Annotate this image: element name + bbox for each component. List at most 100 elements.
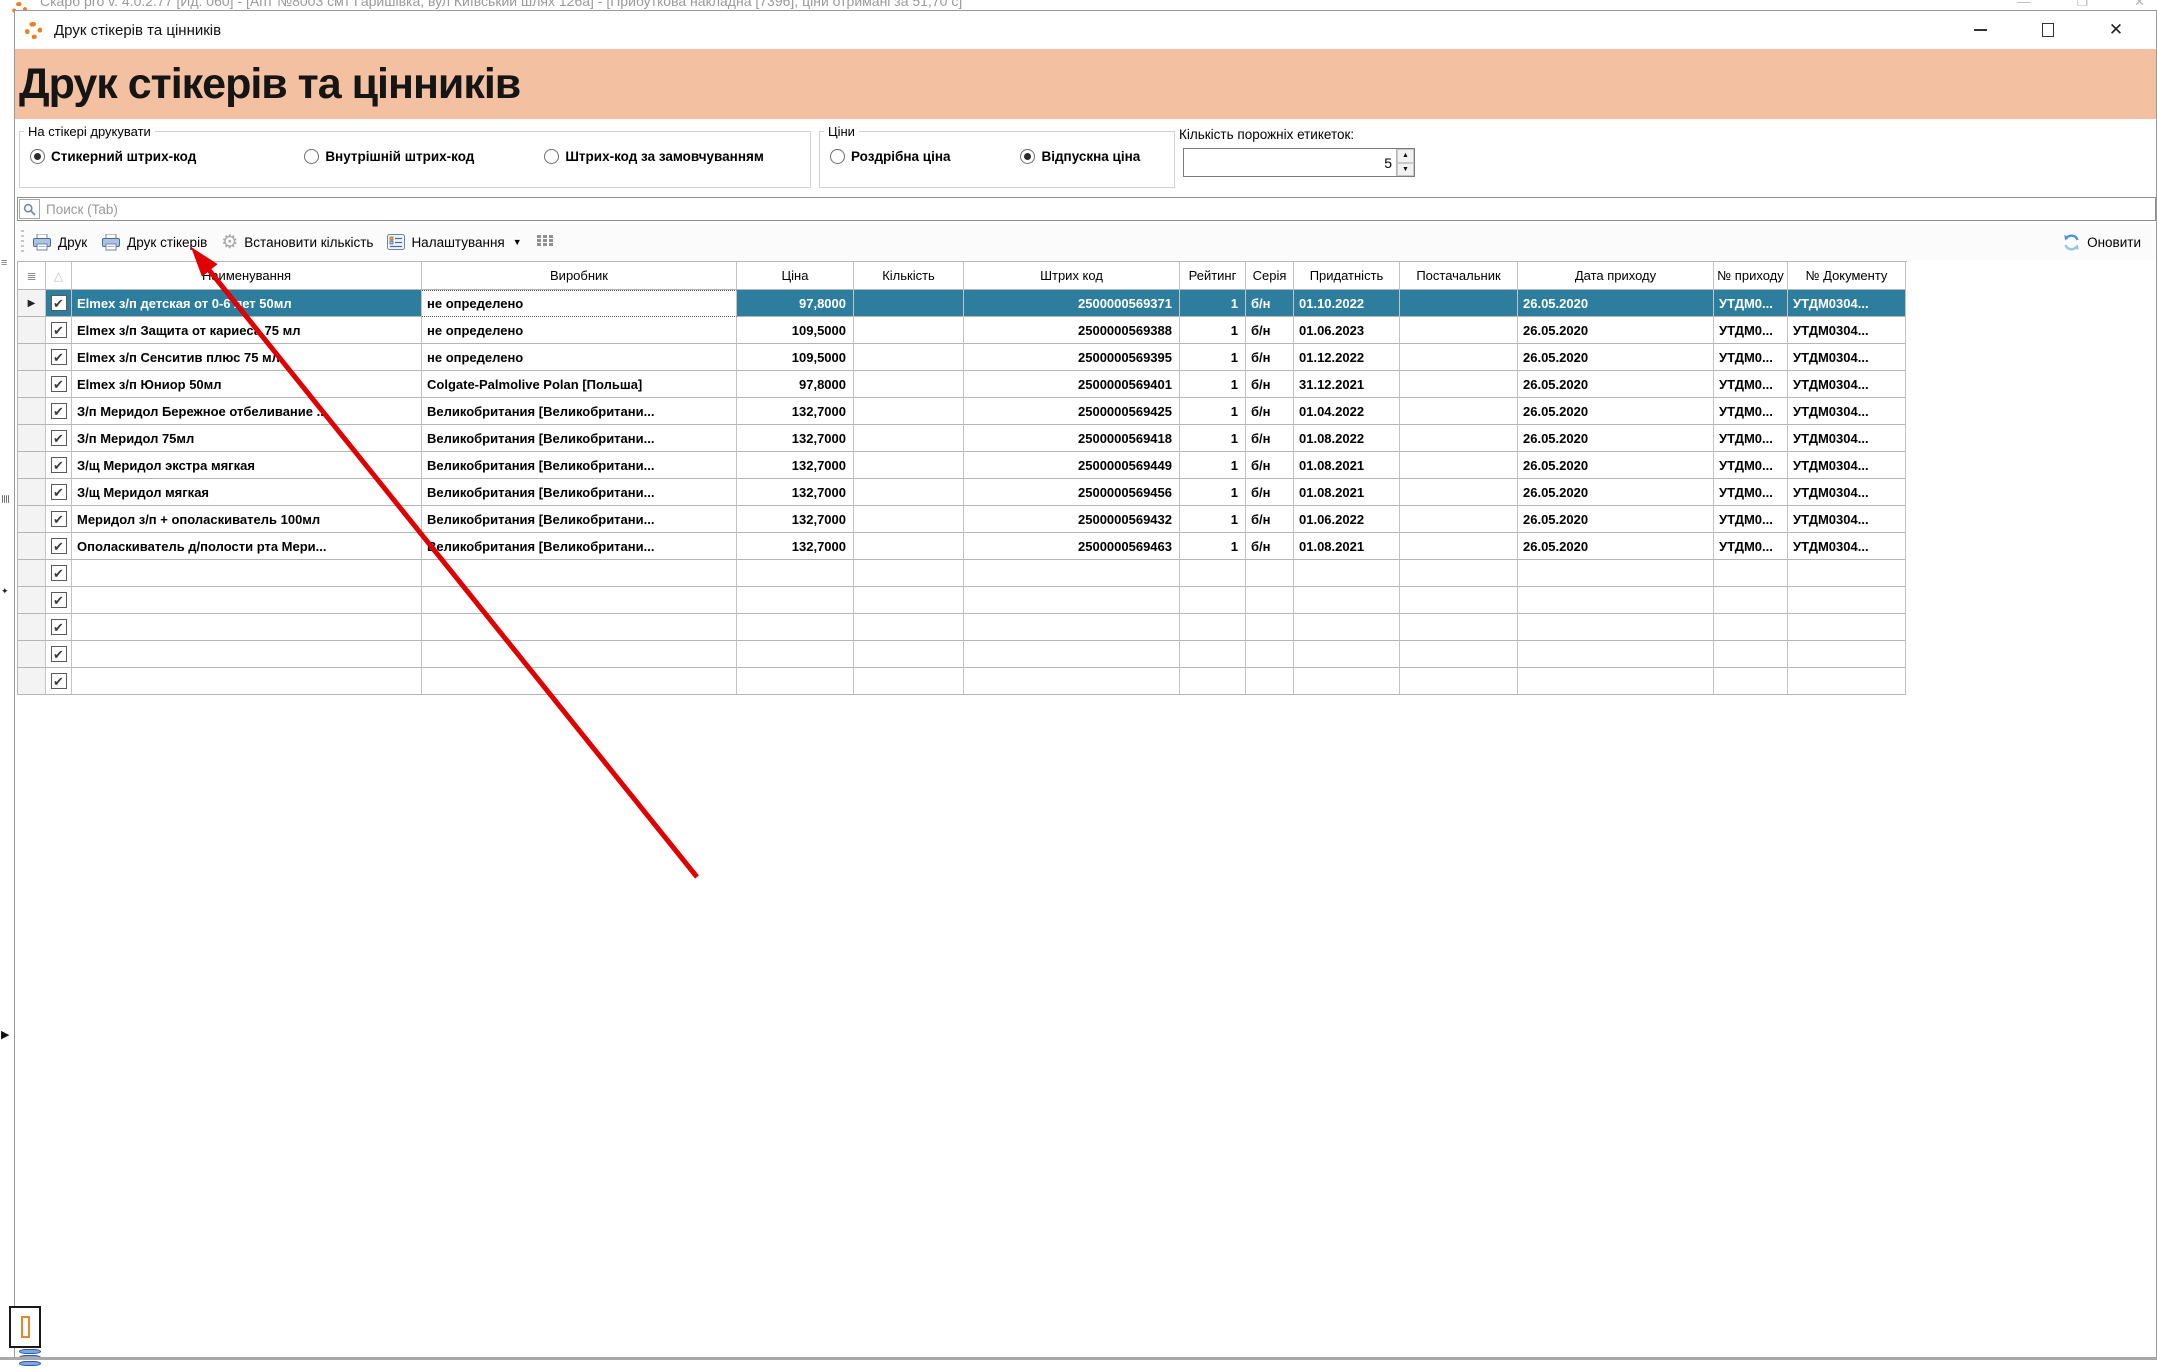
column-header-series[interactable]: Серія (1246, 262, 1294, 290)
cell-doc_no: УТДМ0304... (1788, 398, 1906, 425)
cell-price: 97,8000 (737, 371, 854, 398)
cell-indicator (18, 398, 46, 425)
cell-rating (1180, 641, 1246, 668)
table-empty-row[interactable]: ✔ (18, 668, 1907, 695)
cell-price: 132,7000 (737, 479, 854, 506)
cell-barcode: 2500000569418 (964, 425, 1180, 452)
background-toolbar-button (9, 1306, 41, 1348)
refresh-button[interactable]: Оновити (2055, 229, 2148, 256)
set-quantity-button[interactable]: ⚙ Встановити кількість (214, 229, 380, 256)
cell-expiry (1294, 668, 1400, 695)
cell-supplier (1400, 560, 1518, 587)
minimize-button[interactable] (1946, 13, 2014, 47)
column-header-price[interactable]: Ціна (737, 262, 854, 290)
empty-labels-spinner[interactable]: 5 ▲ ▼ (1183, 148, 1415, 177)
dock-handle-icon[interactable]: ≡ (1, 257, 7, 269)
row-checkbox[interactable]: ✔ (51, 511, 67, 527)
column-header-supplier[interactable]: Постачальник (1400, 262, 1518, 290)
cell-manufacturer: не определено (422, 290, 737, 317)
row-checkbox[interactable]: ✔ (51, 538, 67, 554)
row-checkbox[interactable]: ✔ (51, 295, 67, 311)
search-icon (19, 199, 40, 219)
dock-grip-icon[interactable]: ≣ (0, 494, 13, 504)
radio-release-price[interactable]: Відпускна ціна (1020, 149, 1140, 164)
row-checkbox[interactable]: ✔ (51, 430, 67, 446)
cell-rating: 1 (1180, 533, 1246, 560)
cell-barcode: 2500000569395 (964, 344, 1180, 371)
cell-arrival_no: УТДМ0... (1714, 317, 1788, 344)
cell-arrival_no: УТДМ0... (1714, 371, 1788, 398)
column-header-arrival_no[interactable]: № приходу (1714, 262, 1788, 290)
settings-button[interactable]: Налаштування ▼ (380, 230, 528, 254)
table-row[interactable]: ✔Elmex з/п Сенситив плюс 75 млне определ… (18, 344, 1907, 371)
cell-arrival_no: УТДМ0... (1714, 290, 1788, 317)
column-header-doc_no[interactable]: № Документу (1788, 262, 1906, 290)
row-checkbox[interactable]: ✔ (51, 673, 67, 689)
column-header-qty[interactable]: Кількість (854, 262, 964, 290)
cell-series (1246, 560, 1294, 587)
radio-internal-barcode[interactable]: Внутрішній штрих-код (304, 149, 474, 164)
row-checkbox[interactable]: ✔ (51, 592, 67, 608)
settings-button-label: Налаштування (411, 235, 504, 250)
radio-default-barcode[interactable]: Штрих-код за замовчуванням (544, 149, 764, 164)
row-checkbox[interactable]: ✔ (51, 646, 67, 662)
table-empty-row[interactable]: ✔ (18, 587, 1907, 614)
cell-barcode: 2500000569449 (964, 452, 1180, 479)
dock-expand-icon[interactable]: ▶ (1, 1028, 9, 1041)
cell-indicator (18, 317, 46, 344)
column-header-check[interactable]: △ (46, 262, 72, 290)
table-row[interactable]: ✔З/п Меридол Бережное отбеливание ...Вел… (18, 398, 1907, 425)
column-header-indicator[interactable]: ≣ (18, 262, 46, 290)
cell-qty (854, 506, 964, 533)
table-row[interactable]: ✔Меридол з/п + ополаскиватель 100млВелик… (18, 506, 1907, 533)
cell-name: З/щ Меридол мягкая (72, 479, 422, 506)
cell-supplier (1400, 317, 1518, 344)
cell-arrival_date: 26.05.2020 (1518, 479, 1714, 506)
radio-sticker-barcode[interactable]: Стикерний штрих-код (30, 149, 196, 164)
maximize-button[interactable] (2014, 13, 2082, 47)
table-row[interactable]: ▶✔Elmex з/п детская от 0-6 лет 50млне оп… (18, 290, 1907, 317)
cell-arrival_date: 26.05.2020 (1518, 344, 1714, 371)
column-header-manufacturer[interactable]: Виробник (422, 262, 737, 290)
table-row[interactable]: ✔Elmex з/п Защита от кариеса 75 млне опр… (18, 317, 1907, 344)
table-row[interactable]: ✔З/п Меридол 75млВеликобритания [Великоб… (18, 425, 1907, 452)
table-empty-row[interactable]: ✔ (18, 560, 1907, 587)
radio-retail-price[interactable]: Роздрібна ціна (830, 149, 950, 164)
cell-manufacturer: Великобритания [Великобритани... (422, 479, 737, 506)
cell-name (72, 641, 422, 668)
cell-supplier (1400, 398, 1518, 425)
spin-down-button[interactable]: ▼ (1397, 163, 1414, 177)
column-header-arrival_date[interactable]: Дата приходу (1518, 262, 1714, 290)
columns-button[interactable] (529, 230, 561, 254)
row-checkbox[interactable]: ✔ (51, 322, 67, 338)
row-checkbox[interactable]: ✔ (51, 403, 67, 419)
row-checkbox[interactable]: ✔ (51, 565, 67, 581)
search-bar[interactable]: Поиск (Tab) (17, 197, 2156, 221)
row-checkbox[interactable]: ✔ (51, 457, 67, 473)
close-button[interactable]: ✕ (2082, 13, 2150, 47)
row-checkbox[interactable]: ✔ (51, 376, 67, 392)
row-checkbox[interactable]: ✔ (51, 484, 67, 500)
table-row[interactable]: ✔Ополаскиватель д/полости рта Мери...Вел… (18, 533, 1907, 560)
column-header-rating[interactable]: Рейтинг (1180, 262, 1246, 290)
column-header-expiry[interactable]: Придатність (1294, 262, 1400, 290)
table-row[interactable]: ✔З/щ Меридол экстра мягкаяВеликобритания… (18, 452, 1907, 479)
dock-pin-icon[interactable]: ✦ (1, 586, 9, 597)
cell-barcode (964, 668, 1180, 695)
cell-arrival_no: УТДМ0... (1714, 452, 1788, 479)
radio-label: Стикерний штрих-код (51, 149, 196, 164)
column-header-name[interactable]: Наименування (72, 262, 422, 290)
column-header-barcode[interactable]: Штрих код (964, 262, 1180, 290)
cell-name: З/щ Меридол экстра мягкая (72, 452, 422, 479)
row-checkbox[interactable]: ✔ (51, 349, 67, 365)
print-button[interactable]: Друк (25, 230, 94, 255)
print-stickers-button[interactable]: Друк стікерів (94, 230, 214, 255)
table-row[interactable]: ✔Elmex з/п Юниор 50млColgate-Palmolive P… (18, 371, 1907, 398)
row-checkbox[interactable]: ✔ (51, 619, 67, 635)
table-empty-row[interactable]: ✔ (18, 614, 1907, 641)
cell-arrival_date: 26.05.2020 (1518, 371, 1714, 398)
cell-arrival_date: 26.05.2020 (1518, 533, 1714, 560)
table-empty-row[interactable]: ✔ (18, 641, 1907, 668)
table-row[interactable]: ✔ З/щ Меридол мягкаяВеликобритания [Велик… (18, 479, 1907, 506)
spin-up-button[interactable]: ▲ (1397, 149, 1414, 163)
